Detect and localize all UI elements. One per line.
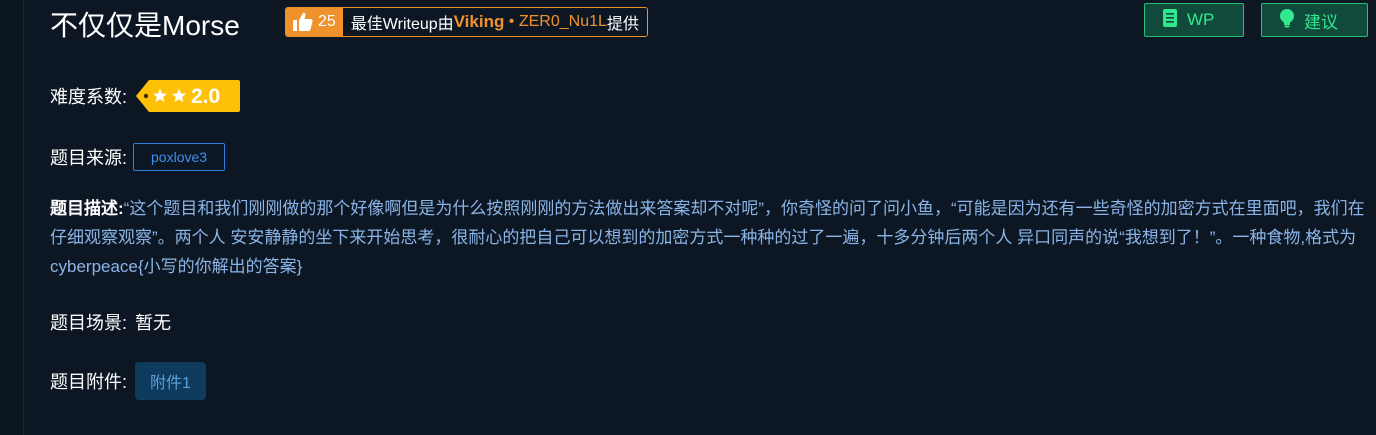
challenge-content: 不仅仅是Morse 25 最佳Writeup由 Viking • ZER0_Nu… [24,0,1376,435]
difficulty-tag: 2.0 [135,79,241,113]
source-row: 题目来源: poxlove3 [50,143,226,171]
scene-row: 题目场景: 暂无 [50,309,171,335]
book-icon [1161,8,1179,33]
difficulty-value: 2.0 [191,85,220,108]
writeup-other-authors[interactable]: ZER0_Nu1L [519,13,607,31]
writeup-credit: 最佳Writeup由 Viking • ZER0_Nu1L 提供 [342,8,647,36]
wp-button[interactable]: WP [1144,3,1244,37]
attachment-download-button[interactable]: 附件1 [135,362,206,400]
source-label: 题目来源: [50,148,128,168]
challenge-title: 不仅仅是Morse [50,10,240,41]
left-rail [0,0,24,435]
best-writeup-badge[interactable]: 25 最佳Writeup由 Viking • ZER0_Nu1L 提供 [285,7,648,37]
writeup-separator: • [504,13,519,30]
likes-count[interactable]: 25 [286,8,343,36]
challenge-detail-page: 不仅仅是Morse 25 最佳Writeup由 Viking • ZER0_Nu… [0,0,1376,435]
attachment-label: 题目附件: [50,372,128,392]
description-label: 题目描述: [50,199,124,218]
attachment-row: 题目附件: 附件1 [50,362,206,400]
difficulty-row: 难度系数: 2.0 [50,79,241,113]
source-tag[interactable]: poxlove3 [133,143,226,171]
description-block: 题目描述:“这个题目和我们刚刚做的那个好像啊但是为什么按照刚刚的方法做出来答案却… [50,194,1374,281]
writeup-prefix: 最佳Writeup由 [350,16,454,33]
writeup-suffix: 提供 [606,16,639,33]
suggest-button[interactable]: 建议 [1261,3,1368,37]
difficulty-label: 难度系数: [50,87,128,107]
scene-value: 暂无 [135,313,172,333]
writeup-author[interactable]: Viking [454,12,505,32]
wp-button-label: WP [1187,10,1215,29]
description-row: 题目描述:“这个题目和我们刚刚做的那个好像啊但是为什么按照刚刚的方法做出来答案却… [50,194,1374,281]
thumbs-up-icon [292,12,314,32]
lightbulb-icon [1278,8,1296,33]
description-text: “这个题目和我们刚刚做的那个好像啊但是为什么按照刚刚的方法做出来答案却不对呢”，… [50,199,1365,276]
suggest-button-label: 建议 [1304,12,1338,32]
scene-label: 题目场景: [50,313,128,333]
likes-number: 25 [318,13,336,30]
